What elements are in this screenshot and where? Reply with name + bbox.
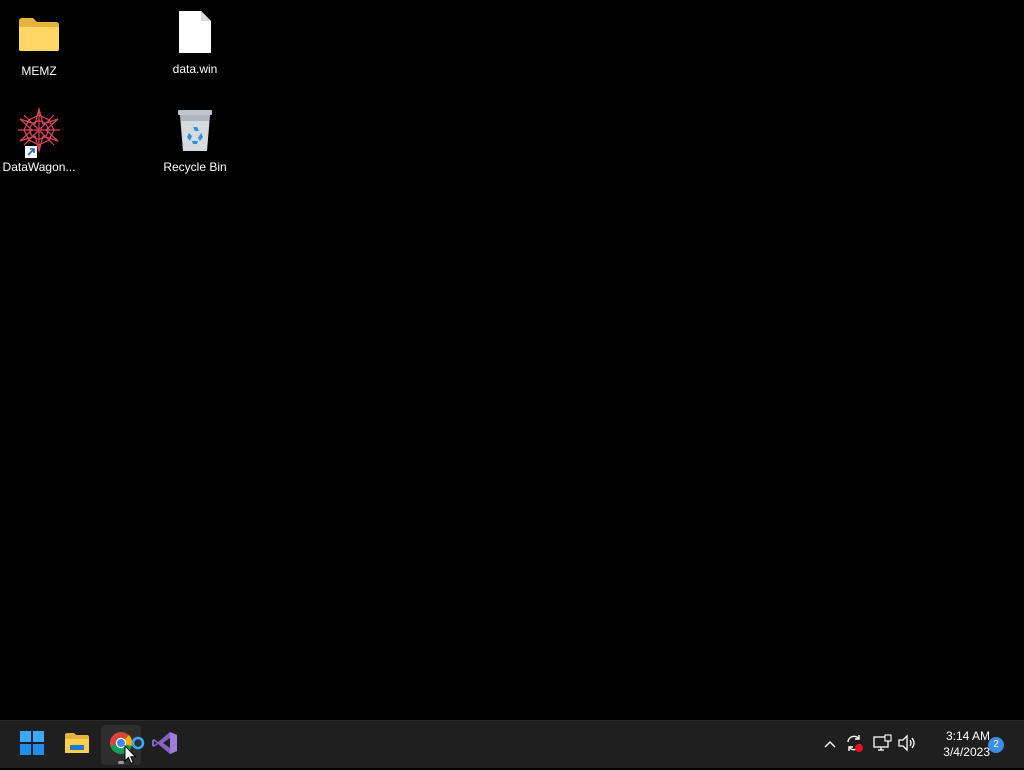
sync-tray-button[interactable] xyxy=(843,733,865,757)
desktop-icon-memz[interactable]: MEMZ xyxy=(1,10,77,78)
desktop-icon-label: Recycle Bin xyxy=(163,160,227,174)
desktop-icon-recycle-bin[interactable]: Recycle Bin xyxy=(157,106,233,174)
shortcut-arrow-icon xyxy=(25,146,37,158)
desktop-icon-label: data.win xyxy=(172,62,218,76)
chevron-up-icon xyxy=(823,736,837,754)
visual-studio-icon xyxy=(152,731,178,760)
recycle-bin-icon xyxy=(171,106,219,154)
desktop-icon-datawagon[interactable]: DataWagon... xyxy=(1,106,77,174)
desktop-icon-data-win[interactable]: data.win xyxy=(157,8,233,76)
cortana-ring-icon xyxy=(131,736,145,755)
folder-icon xyxy=(15,10,63,58)
clock-date: 3/4/2023 xyxy=(943,745,990,759)
file-explorer-icon xyxy=(64,732,90,759)
network-tray-button[interactable] xyxy=(871,733,893,757)
start-button[interactable] xyxy=(12,725,52,765)
notification-center-badge[interactable]: 2 xyxy=(988,737,1004,753)
sync-icon xyxy=(844,733,864,758)
desktop: MEMZ data.win DataWagon... Recycle Bin xyxy=(0,0,1024,720)
desktop-icon-label: MEMZ xyxy=(21,64,57,78)
file-explorer-button[interactable] xyxy=(57,725,97,765)
show-hidden-icons-button[interactable] xyxy=(819,733,841,757)
volume-icon xyxy=(897,733,917,757)
network-icon xyxy=(872,733,892,757)
taskbar-clock[interactable]: 3:14 AM 3/4/2023 xyxy=(922,728,990,760)
clock-time: 3:14 AM xyxy=(945,729,990,743)
running-indicator xyxy=(118,761,124,764)
taskbar: 3:14 AM 3/4/2023 2 xyxy=(0,720,1024,768)
windows-start-icon xyxy=(20,730,44,760)
volume-tray-button[interactable] xyxy=(896,733,918,757)
datawagon-shortcut-icon xyxy=(15,106,63,158)
visual-studio-button[interactable] xyxy=(145,725,185,765)
desktop-icon-label: DataWagon... xyxy=(2,160,76,174)
file-icon xyxy=(171,8,219,56)
